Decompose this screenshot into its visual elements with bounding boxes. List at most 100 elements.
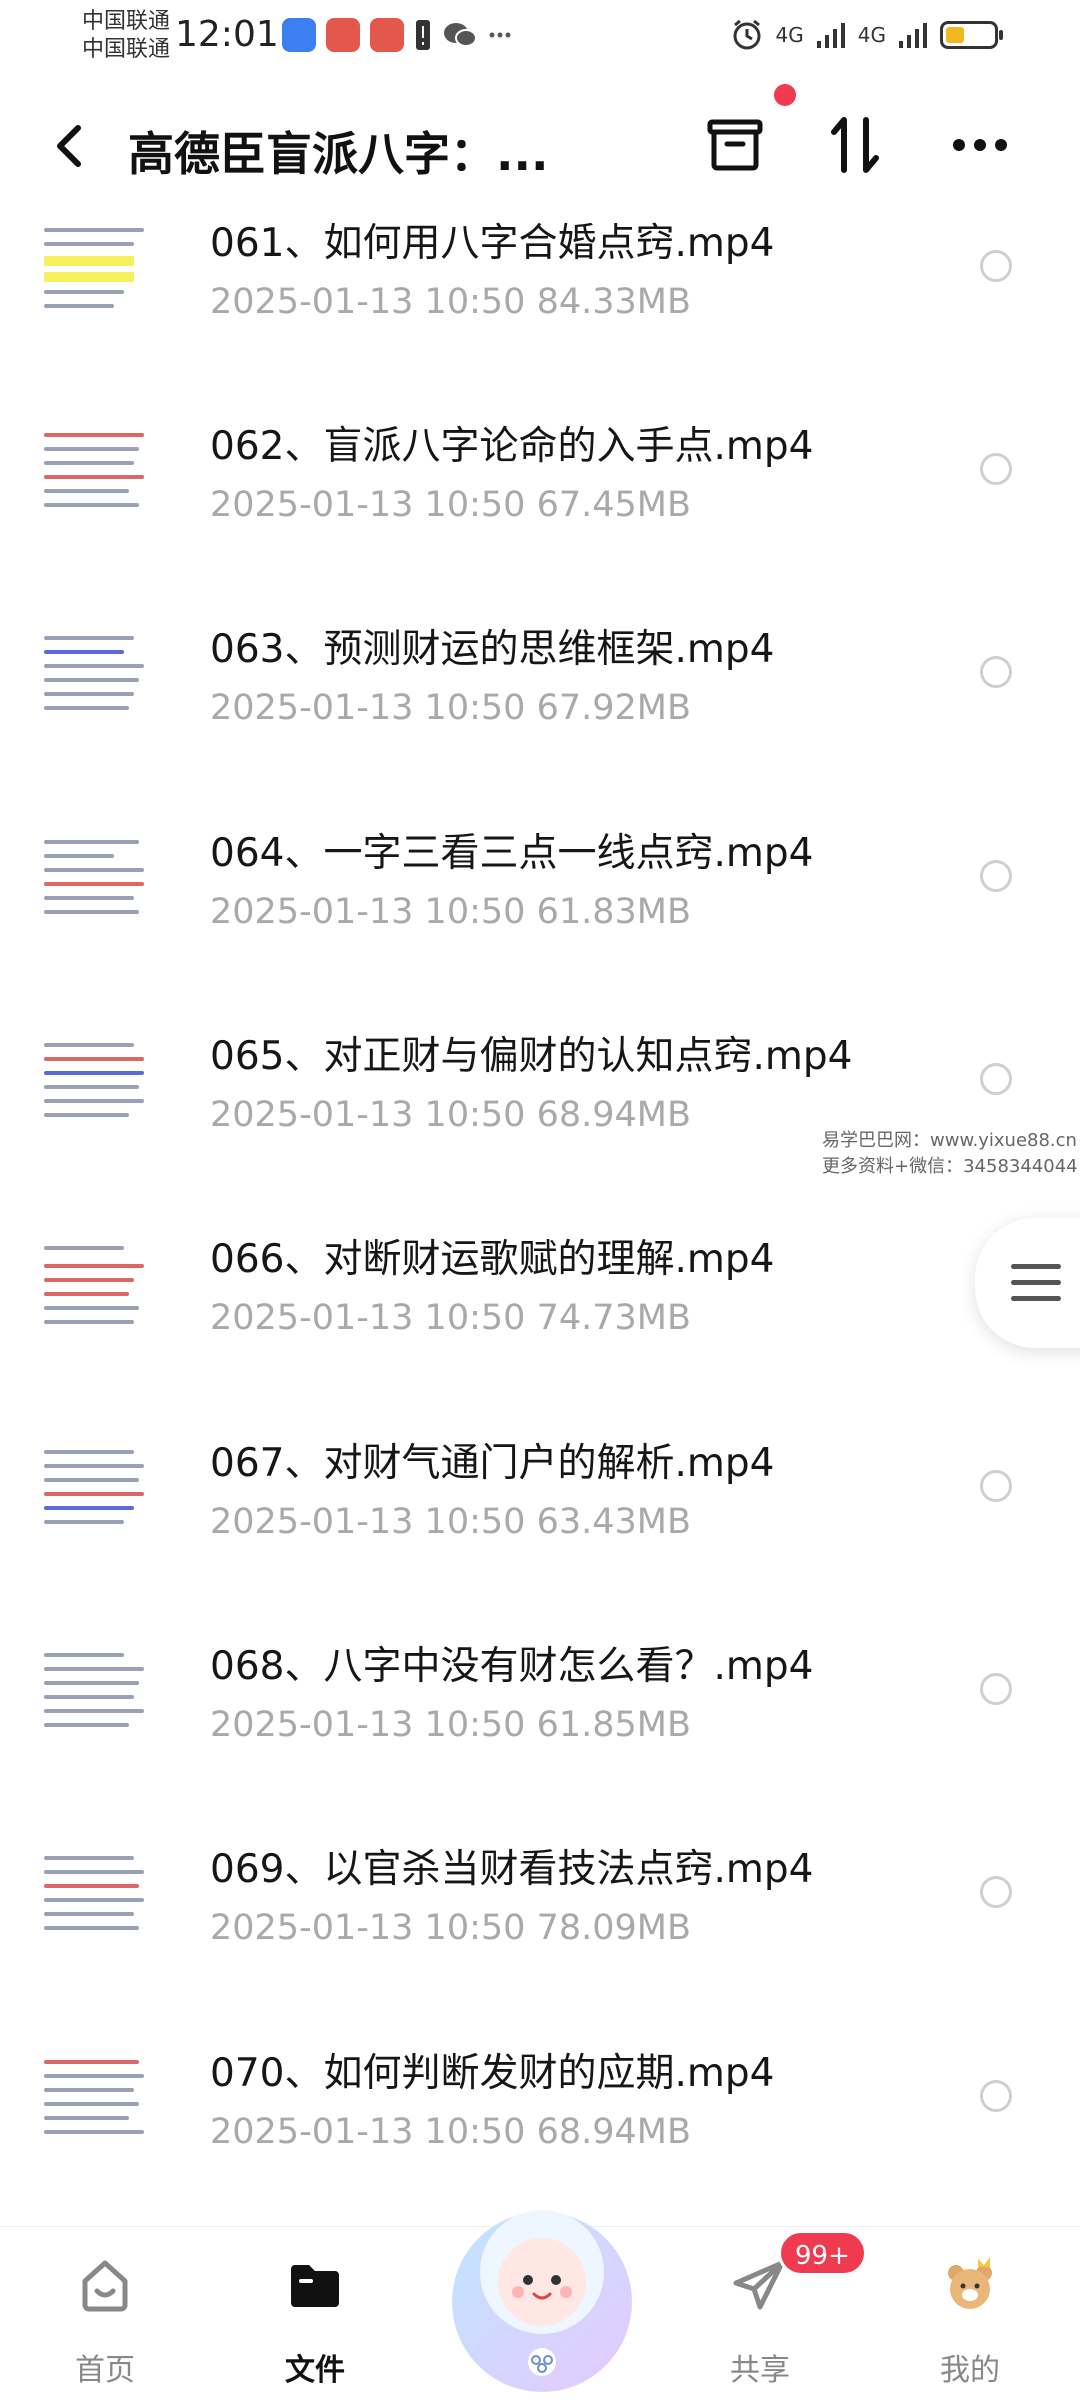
file-thumbnail [44, 1238, 164, 1348]
app-notification-icon [370, 18, 404, 52]
file-row[interactable]: 069、以官杀当财看技法点窍.mp4 2025-01-13 10:50 78.0… [0, 1826, 1080, 2026]
select-radio[interactable] [980, 656, 1012, 688]
file-name: 070、如何判断发财的应期.mp4 [210, 2051, 775, 2096]
file-date: 2025-01-13 [210, 1502, 414, 1542]
file-size: 78.09MB [536, 1908, 691, 1948]
floating-menu-button[interactable] [975, 1218, 1080, 1348]
file-time: 10:50 [424, 1908, 526, 1948]
file-time: 10:50 [424, 1705, 526, 1745]
file-row[interactable]: 067、对财气通门户的解析.mp4 2025-01-13 10:50 63.43… [0, 1420, 1080, 1620]
file-meta: 2025-01-13 10:50 84.33MB [210, 282, 691, 322]
file-row[interactable]: 061、如何用八字合婚点窍.mp4 2025-01-13 10:50 84.33… [0, 200, 1080, 400]
notification-icons [282, 18, 512, 52]
select-radio[interactable] [980, 1063, 1012, 1095]
file-size: 67.45MB [536, 485, 691, 525]
wechat-icon [444, 23, 477, 47]
file-name: 065、对正财与偏财的认知点窍.mp4 [210, 1034, 853, 1079]
file-size: 61.83MB [536, 892, 691, 932]
carrier-1: 中国联通 [82, 9, 171, 34]
nav-share-label: 共享 [730, 2353, 790, 2388]
file-thumbnail [44, 1645, 164, 1755]
file-row[interactable]: 066、对断财运歌赋的理解.mp4 2025-01-13 10:50 74.73… [0, 1216, 1080, 1416]
file-name: 064、一字三看三点一线点窍.mp4 [210, 831, 814, 876]
file-meta: 2025-01-13 10:50 68.94MB [210, 2112, 691, 2152]
sort-icon[interactable] [820, 110, 890, 180]
menu-icon [1011, 1264, 1061, 1269]
app-notification-icon [326, 18, 360, 52]
file-size: 68.94MB [536, 1095, 691, 1135]
carrier-info: 中国联通 中国联通 [82, 8, 170, 64]
file-row[interactable]: 065、对正财与偏财的认知点窍.mp4 2025-01-13 10:50 68.… [0, 1013, 1080, 1213]
folder-icon [291, 2265, 339, 2307]
file-thumbnail [44, 832, 164, 942]
file-size: 63.43MB [536, 1502, 691, 1542]
file-thumbnail [44, 1442, 164, 1552]
nav-files-label: 文件 [285, 2353, 345, 2388]
file-meta: 2025-01-13 10:50 67.45MB [210, 485, 691, 525]
select-radio[interactable] [980, 1876, 1012, 1908]
file-time: 10:50 [424, 2112, 526, 2152]
file-thumbnail [44, 628, 164, 738]
file-date: 2025-01-13 [210, 485, 414, 525]
file-size: 68.94MB [536, 2112, 691, 2152]
file-date: 2025-01-13 [210, 892, 414, 932]
file-date: 2025-01-13 [210, 282, 414, 322]
file-thumbnail [44, 425, 164, 535]
file-meta: 2025-01-13 10:50 74.73MB [210, 1298, 691, 1338]
file-name: 062、盲派八字论命的入手点.mp4 [210, 424, 814, 469]
file-date: 2025-01-13 [210, 1908, 414, 1948]
archive-icon[interactable] [700, 110, 770, 180]
file-name: 061、如何用八字合婚点窍.mp4 [210, 221, 775, 266]
file-row[interactable]: 063、预测财运的思维框架.mp4 2025-01-13 10:50 67.92… [0, 606, 1080, 806]
ai-assistant-button[interactable] [432, 2172, 652, 2392]
select-radio[interactable] [980, 1673, 1012, 1705]
file-row[interactable]: 062、盲派八字论命的入手点.mp4 2025-01-13 10:50 67.4… [0, 403, 1080, 603]
file-name: 069、以官杀当财看技法点窍.mp4 [210, 1847, 814, 1892]
menu-icon [1011, 1296, 1061, 1301]
select-radio[interactable] [980, 453, 1012, 485]
network-type-1: 4G [775, 23, 804, 47]
watermark: 易学巴巴网：www.yixue88.cn 更多资料+微信：3458344044 [822, 1128, 1078, 1180]
file-time: 10:50 [424, 688, 526, 728]
file-size: 61.85MB [536, 1705, 691, 1745]
file-date: 2025-01-13 [210, 688, 414, 728]
file-time: 10:50 [424, 1095, 526, 1135]
file-date: 2025-01-13 [210, 1298, 414, 1338]
file-name: 066、对断财运歌赋的理解.mp4 [210, 1237, 775, 1282]
file-meta: 2025-01-13 10:50 78.09MB [210, 1908, 691, 1948]
file-meta: 2025-01-13 10:50 67.92MB [210, 688, 691, 728]
nav-home[interactable]: 首页 [25, 2227, 185, 2400]
network-type-2: 4G [857, 23, 886, 47]
file-time: 10:50 [424, 485, 526, 525]
file-row[interactable]: 068、八字中没有财怎么看？.mp4 2025-01-13 10:50 61.8… [0, 1623, 1080, 1823]
file-row[interactable]: 064、一字三看三点一线点窍.mp4 2025-01-13 10:50 61.8… [0, 810, 1080, 1010]
select-radio[interactable] [980, 860, 1012, 892]
more-icon[interactable] [945, 110, 1015, 180]
nav-files[interactable]: 文件 [235, 2227, 395, 2400]
nav-mine-label: 我的 [940, 2353, 1000, 2388]
file-time: 10:50 [424, 282, 526, 322]
nav-mine[interactable]: 我的 [890, 2227, 1050, 2400]
app-notification-icon [282, 18, 316, 52]
notification-dot [774, 84, 796, 106]
file-size: 67.92MB [536, 688, 691, 728]
file-name: 068、八字中没有财怎么看？.mp4 [210, 1644, 814, 1689]
file-time: 10:50 [424, 1502, 526, 1542]
bear-avatar-icon [948, 2257, 992, 2309]
file-date: 2025-01-13 [210, 1705, 414, 1745]
clock: 12:01 [175, 14, 279, 55]
select-radio[interactable] [980, 2080, 1012, 2112]
file-name: 063、预测财运的思维框架.mp4 [210, 627, 775, 672]
signal-icon [816, 23, 845, 48]
battery-icon [940, 21, 1003, 49]
file-time: 10:50 [424, 892, 526, 932]
back-icon[interactable] [46, 118, 96, 174]
select-radio[interactable] [980, 250, 1012, 282]
menu-icon [1011, 1280, 1061, 1285]
alarm-icon [733, 19, 761, 50]
alert-icon [416, 20, 430, 50]
watermark-line-1: 易学巴巴网：www.yixue88.cn [822, 1130, 1077, 1151]
select-radio[interactable] [980, 1470, 1012, 1502]
file-time: 10:50 [424, 1298, 526, 1338]
status-right: 4G 4G [730, 18, 1003, 52]
